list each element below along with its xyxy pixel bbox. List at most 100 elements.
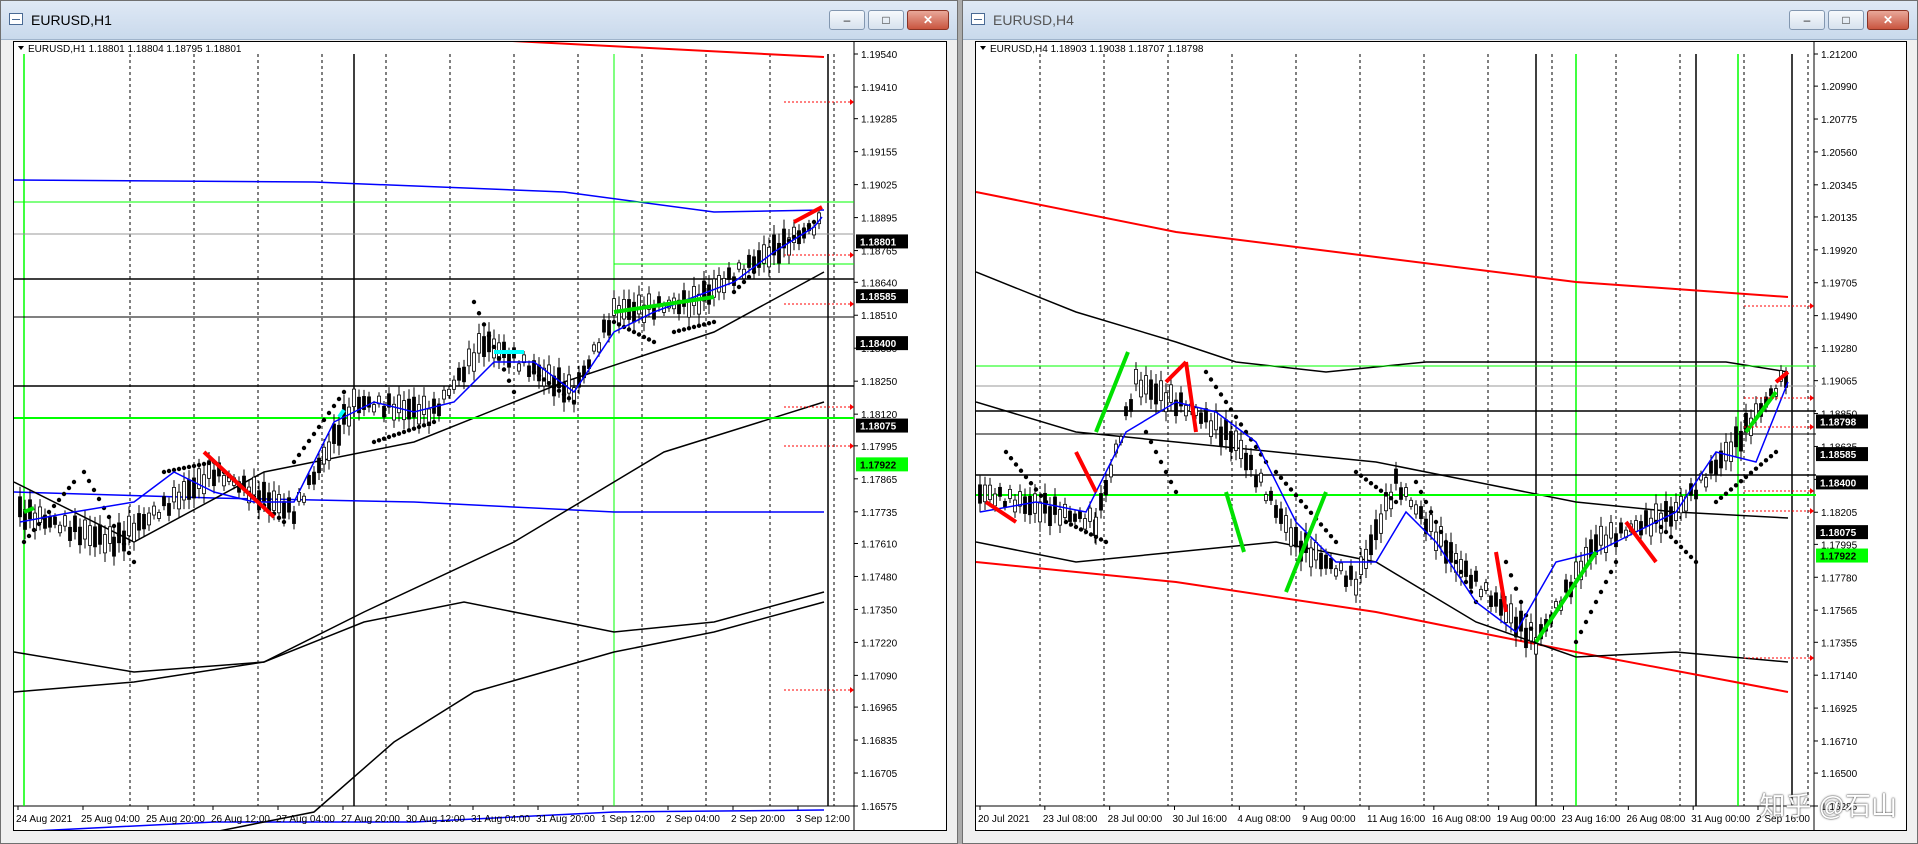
candle: [1154, 383, 1158, 405]
window-titlebar[interactable]: EURUSD,H1 – □ ✕: [1, 1, 957, 40]
chart-window-eurusd-h1[interactable]: EURUSD,H1 – □ ✕ 1.19540 1.19410 1.19285 1.1…: [0, 0, 958, 844]
sar-dot: [751, 269, 757, 275]
price-tick-label: 1.17865: [861, 475, 898, 486]
maximize-button[interactable]: □: [1828, 10, 1864, 30]
candle: [1199, 412, 1203, 424]
sar-dot: [391, 433, 397, 438]
sar-dot: [511, 389, 517, 395]
candle: [1319, 552, 1323, 570]
sar-dot: [401, 429, 407, 435]
sar-dot: [1593, 599, 1599, 605]
price-tick-label: 1.18205: [1821, 508, 1858, 519]
candle: [617, 305, 621, 325]
candle: [1149, 379, 1153, 400]
sar-dot: [1068, 522, 1074, 527]
level-label: 1.18801: [860, 237, 897, 248]
price-tick-label: 1.16965: [861, 703, 898, 714]
candle: [1379, 513, 1383, 534]
candle: [103, 534, 107, 554]
time-tick-label: 30 Jul 16:00: [1173, 814, 1228, 825]
price-tick-label: 1.17610: [861, 539, 898, 550]
sar-dot: [731, 289, 737, 295]
sar-dot: [1718, 495, 1724, 501]
price-tick-label: 1.20990: [1821, 82, 1858, 93]
sar-dot: [681, 327, 687, 332]
sar-dot: [561, 392, 567, 397]
sar-dot: [1373, 484, 1379, 490]
price-tick-label: 1.17735: [861, 508, 898, 519]
sar-dot: [1518, 599, 1524, 605]
candle: [127, 515, 131, 537]
window-titlebar[interactable]: EURUSD,H4 – □ ✕: [963, 1, 1917, 40]
sar-dot: [1613, 559, 1619, 565]
sar-dot: [311, 431, 317, 437]
minimize-button[interactable]: –: [1789, 10, 1825, 30]
price-tick-label: 1.16575: [861, 802, 898, 813]
sar-dot: [121, 541, 127, 547]
sar-dot: [1353, 469, 1359, 475]
sar-dot: [1388, 496, 1394, 501]
candle: [1404, 487, 1408, 497]
candle: [1083, 518, 1087, 530]
sar-dot: [196, 462, 202, 468]
sar-dot: [1673, 539, 1679, 545]
price-chart[interactable]: 1.19540 1.19410 1.19285 1.19155 1.19025 1.188…: [13, 41, 947, 831]
chart-window-eurusd-h4[interactable]: EURUSD,H4 – □ ✕ 1.21200 1.20990 1.20775 1.2…: [962, 0, 1918, 844]
time-tick-label: 26 Aug 08:00: [1626, 814, 1685, 825]
close-button[interactable]: ✕: [1867, 10, 1909, 30]
candle: [1514, 616, 1518, 638]
price-chart-svg[interactable]: 1.19540 1.19410 1.19285 1.19155 1.19025 1.188…: [14, 42, 947, 831]
sar-dot: [471, 299, 477, 305]
sar-dot: [1583, 619, 1589, 625]
level-label: 1.18798: [1820, 418, 1857, 429]
sar-dot: [51, 503, 57, 509]
close-button[interactable]: ✕: [907, 10, 949, 30]
time-tick-label: 4 Aug 08:00: [1237, 814, 1291, 825]
sar-dot: [1088, 532, 1094, 537]
window-title: EURUSD,H4: [993, 12, 1074, 28]
candle: [727, 267, 731, 280]
sar-dot: [26, 533, 32, 539]
candle: [167, 503, 171, 516]
candle: [1614, 533, 1618, 548]
sar-dot: [96, 496, 102, 502]
sar-dot: [1683, 549, 1689, 555]
candle: [53, 516, 57, 525]
zigzag-segment: [984, 500, 1018, 524]
candle: [1269, 490, 1273, 501]
candle: [1159, 380, 1163, 401]
maximize-button[interactable]: □: [868, 10, 904, 30]
time-tick-label: 20 Jul 2021: [978, 814, 1030, 825]
candle: [737, 262, 741, 270]
minimize-button[interactable]: –: [829, 10, 865, 30]
price-tick-label: 1.16835: [861, 736, 898, 747]
bollinger-bottom: [220, 601, 825, 830]
symbol-header: EURUSD,H1 1.18801 1.18804 1.18795 1.1880…: [28, 44, 242, 55]
sar-dot: [626, 327, 632, 332]
arrow-head: [1810, 424, 1814, 430]
price-tick-label: 1.20135: [1821, 213, 1858, 224]
sar-dot: [126, 550, 132, 556]
price-chart[interactable]: 1.21200 1.20990 1.20775 1.20560 1.20345 1.201…: [975, 41, 1907, 831]
sar-dot: [496, 356, 502, 361]
sar-dot: [1318, 522, 1324, 527]
window-title: EURUSD,H1: [31, 12, 112, 28]
time-tick-label: 1 Sep 12:00: [601, 814, 655, 825]
sar-dot: [426, 421, 432, 426]
candle: [162, 496, 166, 507]
candle: [1309, 547, 1313, 568]
sar-dot: [1428, 509, 1434, 515]
candle: [1349, 565, 1353, 580]
price-chart-svg[interactable]: 1.21200 1.20990 1.20775 1.20560 1.20345 1.201…: [976, 42, 1907, 831]
candle: [467, 348, 471, 367]
sar-dot: [1668, 534, 1674, 540]
candle: [592, 344, 596, 352]
sar-dot: [201, 461, 207, 467]
zigzag-segment: [1534, 550, 1598, 644]
sar-dot: [31, 527, 37, 533]
sar-dot: [1273, 469, 1279, 475]
sar-dot: [671, 329, 677, 335]
sar-dot: [1208, 377, 1214, 382]
time-tick-label: 30 Aug 12:00: [406, 814, 465, 825]
channel-line-lower: [976, 561, 1789, 693]
